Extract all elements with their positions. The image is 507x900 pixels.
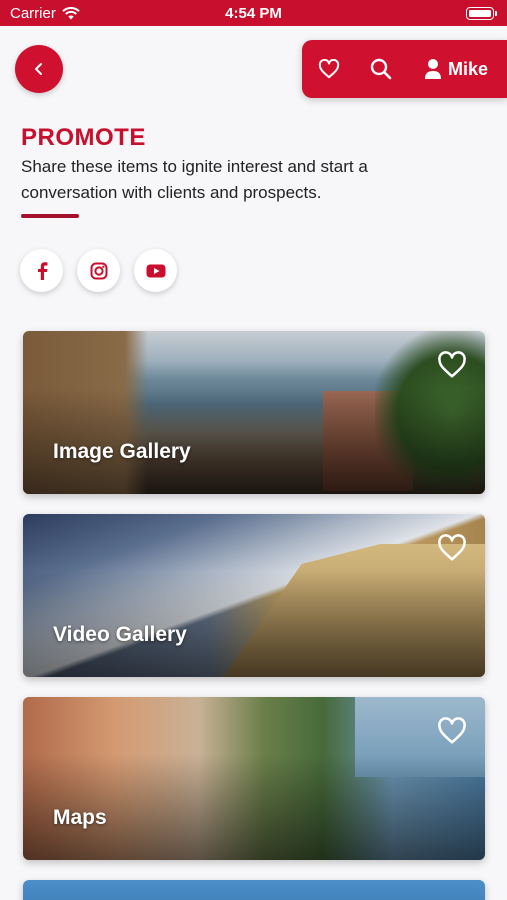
header-action-bar: Mike bbox=[302, 40, 507, 98]
facebook-icon bbox=[37, 261, 47, 280]
user-profile-button[interactable]: Mike bbox=[424, 58, 488, 80]
carrier-label: Carrier bbox=[10, 4, 56, 22]
youtube-icon bbox=[146, 264, 165, 277]
favorites-button[interactable] bbox=[316, 56, 342, 82]
card-image-gallery[interactable]: Image Gallery bbox=[23, 331, 485, 494]
card-partial[interactable] bbox=[23, 880, 485, 900]
card-video-gallery[interactable]: Video Gallery bbox=[23, 514, 485, 677]
card-background-image bbox=[23, 880, 485, 900]
page-title: PROMOTE bbox=[21, 124, 146, 151]
social-share-row bbox=[20, 249, 177, 292]
carrier-info: Carrier bbox=[10, 5, 80, 22]
instagram-button[interactable] bbox=[77, 249, 120, 292]
card-maps[interactable]: Maps bbox=[23, 697, 485, 860]
heart-icon[interactable] bbox=[437, 717, 467, 745]
facebook-button[interactable] bbox=[20, 249, 63, 292]
heart-icon[interactable] bbox=[437, 351, 467, 379]
heart-icon[interactable] bbox=[437, 534, 467, 562]
heart-icon bbox=[318, 59, 340, 79]
card-overlay bbox=[23, 331, 485, 494]
back-button[interactable] bbox=[15, 45, 63, 93]
card-title: Video Gallery bbox=[53, 623, 187, 646]
chevron-left-icon bbox=[35, 63, 42, 75]
page-description: Share these items to ignite interest and… bbox=[21, 157, 368, 202]
search-icon bbox=[370, 58, 392, 80]
card-title: Maps bbox=[53, 806, 107, 829]
wifi-icon bbox=[62, 6, 80, 19]
card-overlay bbox=[23, 514, 485, 677]
card-title: Image Gallery bbox=[53, 440, 191, 463]
title-underline bbox=[21, 214, 79, 218]
instagram-icon bbox=[90, 262, 107, 279]
user-name: Mike bbox=[448, 58, 489, 79]
card-overlay bbox=[23, 697, 485, 860]
user-icon bbox=[425, 59, 441, 79]
search-button[interactable] bbox=[368, 56, 394, 82]
battery-icon bbox=[466, 6, 497, 20]
youtube-button[interactable] bbox=[134, 249, 177, 292]
status-bar: Carrier 4:54 PM bbox=[0, 0, 507, 26]
